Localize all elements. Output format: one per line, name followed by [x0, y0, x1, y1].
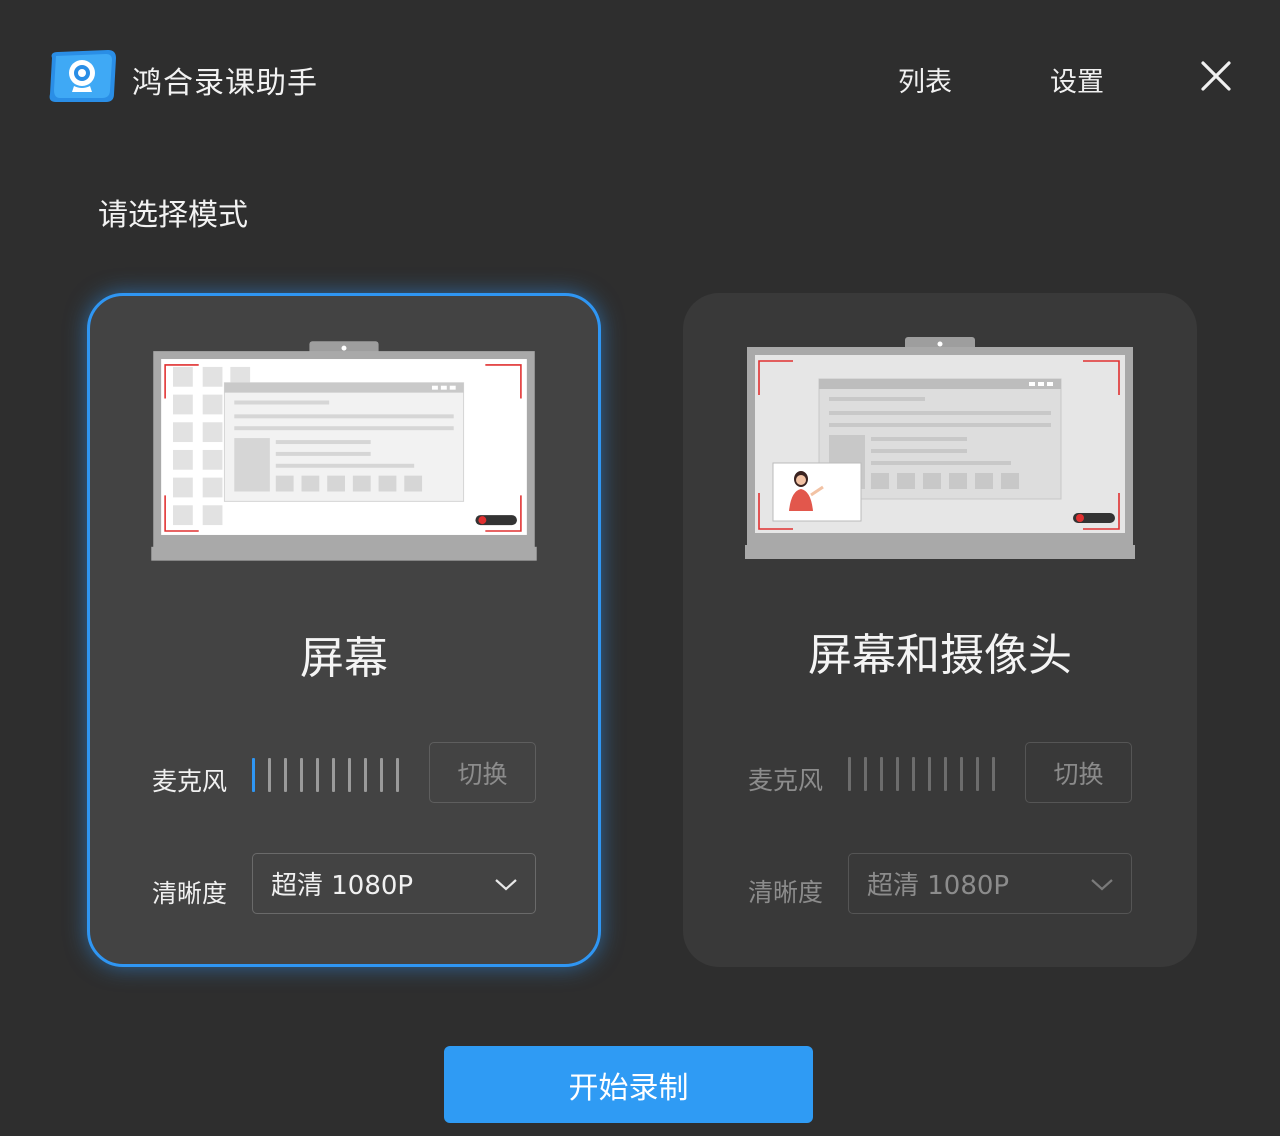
- quality-value: 超清 1080P: [271, 871, 414, 901]
- mic-switch-button[interactable]: 切换: [429, 742, 536, 803]
- nav-list-link[interactable]: 列表: [898, 60, 952, 99]
- mode-title: 屏幕: [300, 633, 388, 684]
- mic-bar: [992, 757, 995, 791]
- mic-level-meter: [252, 758, 399, 792]
- mic-label: 麦克风: [748, 766, 824, 795]
- mic-bar: [912, 757, 915, 791]
- mic-bar: [268, 758, 271, 792]
- mic-bar: [848, 757, 851, 791]
- mic-label: 麦克风: [152, 767, 228, 796]
- mic-bar: [348, 758, 351, 792]
- quality-select[interactable]: 超清 1080P: [848, 853, 1132, 914]
- mic-bar: [252, 758, 255, 792]
- nav-settings-link[interactable]: 设置: [1050, 60, 1104, 99]
- quality-label: 清晰度: [152, 879, 228, 908]
- mic-bar: [332, 758, 335, 792]
- mic-bar: [300, 758, 303, 792]
- mic-bar: [396, 758, 399, 792]
- chevron-down-icon: [495, 879, 517, 891]
- quality-label: 清晰度: [748, 878, 824, 907]
- mic-bar: [316, 758, 319, 792]
- mic-bar: [880, 757, 883, 791]
- close-icon[interactable]: [1196, 56, 1236, 96]
- mode-card-screen[interactable]: 屏幕 麦克风 切换 清晰度 超清 1080P: [87, 293, 601, 967]
- quality-select[interactable]: 超清 1080P: [252, 853, 536, 914]
- title-bar: 鸿合录课助手 列表 设置: [0, 0, 1280, 150]
- mic-level-meter: [848, 757, 995, 791]
- laptop-screen-recording-icon: [151, 341, 537, 561]
- mode-card-screen-camera[interactable]: 屏幕和摄像头 麦克风 切换 清晰度 超清 1080P: [683, 293, 1197, 967]
- mic-bar: [380, 758, 383, 792]
- mic-bar: [944, 757, 947, 791]
- chevron-down-icon: [1091, 879, 1113, 891]
- mic-bar: [960, 757, 963, 791]
- mic-switch-button[interactable]: 切换: [1025, 742, 1132, 803]
- mode-title: 屏幕和摄像头: [808, 630, 1072, 681]
- start-recording-button[interactable]: 开始录制: [444, 1046, 813, 1123]
- laptop-screen-camera-recording-icon: [745, 337, 1135, 559]
- mic-bar: [928, 757, 931, 791]
- mic-bar: [896, 757, 899, 791]
- app-title: 鸿合录课助手: [132, 66, 318, 101]
- quality-value: 超清 1080P: [867, 871, 1010, 901]
- mic-bar: [284, 758, 287, 792]
- mic-bar: [864, 757, 867, 791]
- mic-bar: [976, 757, 979, 791]
- webcam-logo-icon: [49, 50, 116, 102]
- mic-bar: [364, 758, 367, 792]
- mode-prompt: 请选择模式: [98, 198, 248, 233]
